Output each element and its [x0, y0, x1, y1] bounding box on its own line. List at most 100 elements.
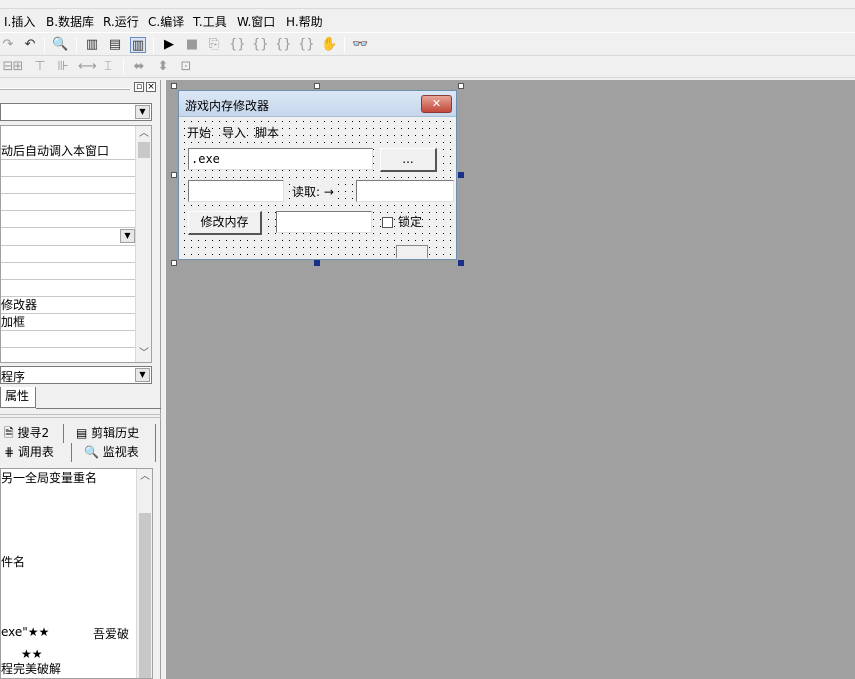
output-scrollbar[interactable]: ︿: [136, 469, 152, 678]
align-middle-icon[interactable]: ⊪: [55, 59, 71, 75]
run-to-cursor-icon[interactable]: {}: [298, 37, 315, 53]
modify-memory-button[interactable]: 修改内存: [188, 211, 262, 235]
find-icon[interactable]: 🔍: [52, 37, 68, 53]
event-combo[interactable]: 程序 ▼: [0, 366, 152, 384]
property-row[interactable]: [1, 280, 136, 297]
form-menu-start[interactable]: 开始: [187, 124, 212, 141]
magnifier-icon: 🔍: [84, 445, 99, 459]
resize-handle[interactable]: [458, 260, 464, 266]
stop-icon[interactable]: ■: [184, 37, 200, 53]
menu-database[interactable]: B.数据库: [46, 13, 94, 30]
align-center-icon[interactable]: ⊞: [10, 59, 26, 75]
tab-properties[interactable]: 属性: [0, 387, 36, 408]
browse-button[interactable]: ...: [380, 148, 437, 172]
output-line: 另一全局变量重名: [1, 471, 98, 485]
scroll-up-icon[interactable]: ︿: [137, 469, 152, 485]
designed-window[interactable]: 游戏内存修改器 ✕ 开始 导入 脚本 .exe ... 读取: → 修改内存 锁…: [178, 90, 457, 260]
same-height-icon[interactable]: ⬍: [155, 59, 171, 75]
tab-properties-label: 属性: [5, 389, 30, 403]
menu-insert[interactable]: I.插入: [4, 13, 35, 30]
layout2-icon[interactable]: ▤: [107, 37, 123, 53]
tab-clip-history[interactable]: ▤ 剪辑历史: [70, 424, 156, 443]
menu-run[interactable]: R.运行: [103, 13, 139, 30]
property-scrollbar[interactable]: ︿ ﹀: [135, 126, 151, 362]
output-list: 另一全局变量重名 件名 exe"★★ 吾爱破 ★★ 程完美破解 ︿: [0, 468, 153, 679]
panel-close-icon[interactable]: ×: [146, 82, 156, 92]
menu-help[interactable]: H.帮助: [286, 13, 323, 30]
new-value-input[interactable]: [276, 211, 372, 233]
redo-icon[interactable]: ↷: [0, 37, 16, 53]
panel-restore-icon[interactable]: ▫: [134, 82, 144, 92]
lock-label: 锁定: [398, 214, 423, 230]
resize-handle[interactable]: [458, 172, 464, 178]
property-row[interactable]: [1, 160, 136, 177]
tab-watch-table[interactable]: 🔍 监视表: [78, 443, 156, 462]
resize-handle[interactable]: [314, 83, 320, 89]
tab-search2-label: 搜寻2: [17, 426, 50, 440]
output-tabs-row1: 🗎 搜寻2 ▤ 剪辑历史: [0, 424, 161, 443]
toolbar-separator: [123, 59, 124, 75]
scroll-down-icon[interactable]: ﹀: [136, 346, 151, 362]
space-horizontal-icon[interactable]: ⟷: [78, 59, 97, 75]
property-row[interactable]: [1, 246, 136, 263]
call-table-icon: ⋕: [4, 445, 15, 459]
resize-handle[interactable]: [171, 83, 177, 89]
property-row[interactable]: [1, 194, 136, 211]
form-menu-script[interactable]: 脚本: [255, 124, 280, 141]
timer-component[interactable]: [396, 245, 428, 258]
step-over-icon[interactable]: {}: [252, 37, 269, 53]
resize-handle[interactable]: [171, 172, 177, 178]
toolbar-separator: [76, 37, 77, 53]
scroll-up-icon[interactable]: ︿: [136, 126, 151, 142]
run-icon[interactable]: ▶: [161, 37, 177, 53]
property-row[interactable]: [1, 331, 136, 348]
property-row[interactable]: 加框: [1, 314, 136, 331]
hand-icon[interactable]: ✋: [321, 37, 337, 53]
scroll-thumb[interactable]: [139, 513, 151, 678]
menu-compile[interactable]: C.编译: [148, 13, 184, 30]
scroll-thumb[interactable]: [138, 142, 150, 158]
lock-checkbox[interactable]: [382, 217, 393, 228]
align-top-icon[interactable]: ⊤: [32, 59, 48, 75]
property-row[interactable]: [1, 177, 136, 194]
layout3-icon[interactable]: ▥: [130, 37, 146, 53]
step-icon[interactable]: ⎘: [206, 37, 222, 53]
property-row[interactable]: 动后自动调入本窗口: [1, 143, 136, 160]
output-line: 吾爱破: [93, 627, 130, 641]
address-input[interactable]: [188, 180, 284, 202]
object-combo[interactable]: ▼: [0, 103, 152, 121]
tab-clip-history-label: 剪辑历史: [91, 426, 140, 440]
binoculars-icon[interactable]: 👓: [352, 37, 368, 53]
undo-icon[interactable]: ↶: [22, 37, 38, 53]
step-into-icon[interactable]: {}: [229, 37, 246, 53]
resize-handle[interactable]: [314, 260, 320, 266]
tab-call-table[interactable]: ⋕ 调用表: [0, 443, 72, 462]
property-row[interactable]: [1, 211, 136, 228]
design-canvas[interactable]: 游戏内存修改器 ✕ 开始 导入 脚本 .exe ... 读取: → 修改内存 锁…: [166, 80, 855, 679]
space-vertical-icon[interactable]: ⌶: [100, 59, 116, 75]
property-row[interactable]: 修改器: [1, 297, 136, 314]
chevron-down-icon[interactable]: ▼: [135, 105, 150, 119]
exe-path-input[interactable]: .exe: [188, 148, 373, 170]
chevron-down-icon[interactable]: ▼: [120, 229, 135, 243]
tab-watch-table-label: 监视表: [102, 445, 139, 459]
panel-splitter[interactable]: [0, 414, 161, 418]
tab-search2[interactable]: 🗎 搜寻2: [0, 424, 64, 443]
step-out-icon[interactable]: {}: [275, 37, 292, 53]
close-icon[interactable]: ✕: [421, 95, 452, 113]
window-title: 游戏内存修改器: [185, 99, 270, 113]
same-width-icon[interactable]: ⬌: [131, 59, 147, 75]
property-row[interactable]: [1, 263, 136, 280]
align-toolbar: ⊟ ⊞ ⊤ ⊪ ⟷ ⌶ ⬌ ⬍ ⊡: [0, 56, 855, 78]
property-row-combo[interactable]: ▼: [1, 228, 136, 246]
resize-handle[interactable]: [458, 83, 464, 89]
menu-tools[interactable]: T.工具: [193, 13, 227, 30]
layout-icon[interactable]: ▥: [84, 37, 100, 53]
resize-handle[interactable]: [171, 260, 177, 266]
read-value-input[interactable]: [356, 180, 454, 202]
form-menu-import[interactable]: 导入: [222, 124, 247, 141]
property-list: 动后自动调入本窗口 ▼ 修改器 加框 ︿ ﹀: [0, 125, 152, 363]
menu-window[interactable]: W.窗口: [237, 13, 275, 30]
chevron-down-icon[interactable]: ▼: [135, 368, 150, 382]
same-size-icon[interactable]: ⊡: [178, 59, 194, 75]
